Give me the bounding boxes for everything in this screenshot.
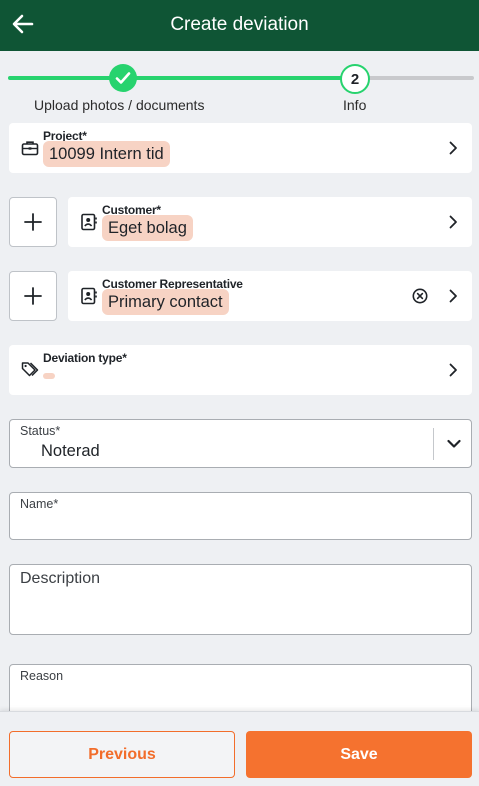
chevron-right-icon[interactable] bbox=[446, 215, 460, 229]
chevron-right-icon[interactable] bbox=[446, 363, 460, 377]
name-field[interactable]: Name* bbox=[9, 492, 472, 540]
description-field[interactable]: Description bbox=[9, 564, 472, 635]
customer-value-chip: Eget bolag bbox=[102, 215, 193, 241]
customer-selector[interactable]: Customer* Eget bolag bbox=[68, 197, 472, 247]
check-icon bbox=[115, 72, 131, 84]
deviation-type-selector[interactable]: Deviation type* bbox=[9, 345, 472, 395]
name-label: Name* bbox=[20, 497, 59, 511]
previous-button[interactable]: Previous bbox=[9, 731, 235, 778]
action-footer: Previous Save bbox=[0, 711, 479, 786]
step-2-label: Info bbox=[343, 97, 367, 113]
select-divider bbox=[433, 428, 434, 460]
briefcase-icon bbox=[21, 139, 39, 157]
contact-card-icon bbox=[80, 287, 98, 305]
project-value-chip: 10099 Intern tid bbox=[43, 141, 170, 167]
contact-card-icon bbox=[80, 213, 98, 231]
app-header: Create deviation bbox=[0, 0, 479, 51]
clear-circle-icon[interactable] bbox=[412, 288, 428, 304]
deviation-type-value-chip bbox=[43, 373, 55, 379]
step-1-label: Upload photos / documents bbox=[34, 97, 205, 113]
status-value: Noterad bbox=[41, 442, 100, 460]
add-customer-button[interactable] bbox=[9, 197, 57, 247]
chevron-right-icon[interactable] bbox=[446, 289, 460, 303]
add-customer-representative-button[interactable] bbox=[9, 271, 57, 321]
reason-label: Reason bbox=[20, 669, 64, 683]
status-label: Status* bbox=[20, 424, 61, 438]
plus-icon bbox=[24, 213, 42, 231]
step-2-indicator[interactable]: 2 bbox=[340, 64, 370, 94]
deviation-type-label: Deviation type* bbox=[43, 351, 127, 365]
save-button[interactable]: Save bbox=[246, 731, 472, 778]
tags-icon bbox=[21, 361, 39, 379]
step-1-completed-indicator[interactable] bbox=[109, 64, 137, 92]
project-selector[interactable]: Project* 10099 Intern tid bbox=[9, 123, 472, 173]
description-placeholder: Description bbox=[20, 570, 101, 587]
progress-track-completed bbox=[8, 76, 348, 80]
chevron-right-icon[interactable] bbox=[446, 141, 460, 155]
status-select[interactable]: Status* Noterad bbox=[9, 419, 472, 468]
customer-representative-selector[interactable]: Customer Representative Primary contact bbox=[68, 271, 472, 321]
progress-stepper: 2 Upload photos / documents Info bbox=[0, 51, 479, 117]
plus-icon bbox=[24, 287, 42, 305]
customer-representative-value-chip: Primary contact bbox=[102, 289, 229, 315]
page-title: Create deviation bbox=[170, 14, 309, 35]
progress-track-remaining bbox=[368, 76, 474, 80]
chevron-down-icon[interactable] bbox=[445, 436, 463, 452]
